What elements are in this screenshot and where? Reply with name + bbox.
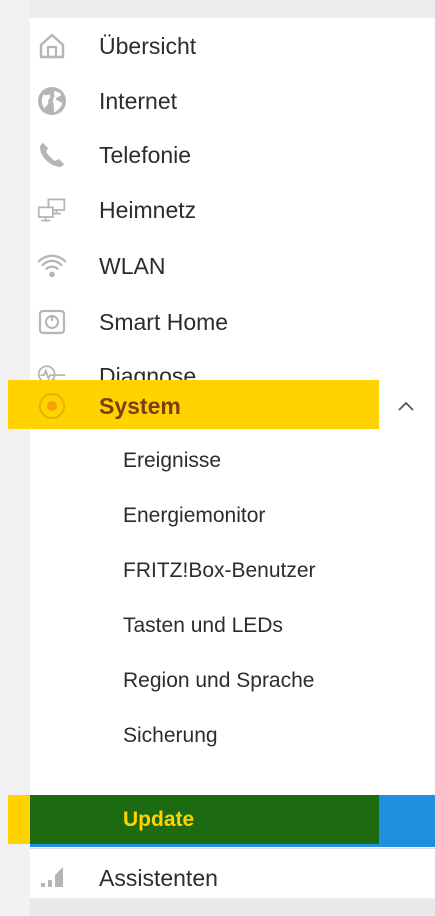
subnav-item-ereignisse[interactable]: Ereignisse: [30, 439, 435, 483]
top-bar: [30, 0, 435, 18]
wifi-icon: [37, 251, 67, 281]
subnav-label-tasten-und-leds: Tasten und LEDs: [123, 614, 283, 637]
subnav-label-update: Update: [123, 808, 195, 831]
subnav-item-region-und-sprache[interactable]: Region und Sprache: [30, 659, 435, 703]
assistant-icon: [37, 863, 67, 893]
nav-label-heimnetz: Heimnetz: [99, 197, 197, 223]
divider: [30, 848, 435, 849]
update-marker: [8, 795, 30, 844]
nav-item-assistenten[interactable]: Assistenten: [30, 852, 435, 904]
globe-icon: [37, 86, 67, 116]
subnav-label-ereignisse: Ereignisse: [123, 449, 222, 472]
nav-label-system: System: [99, 393, 181, 419]
network-icon: [37, 195, 67, 225]
nav-item-wlan[interactable]: WLAN: [30, 240, 435, 292]
nav-label-internet: Internet: [99, 88, 177, 114]
nav-label-wlan: WLAN: [99, 253, 166, 279]
nav-item-telefonie[interactable]: Telefonie: [30, 129, 435, 181]
system-icon: [37, 391, 67, 421]
nav-item-heimnetz[interactable]: Heimnetz: [30, 184, 435, 236]
subnav-item-sicherung[interactable]: Sicherung: [30, 714, 435, 758]
update-active-highlight: [30, 795, 379, 844]
chevron-up-icon[interactable]: [394, 394, 418, 418]
nav-label-uebersicht: Übersicht: [99, 33, 197, 59]
nav-item-uebersicht[interactable]: Übersicht: [30, 20, 435, 72]
bottom-bar: [30, 898, 435, 916]
nav-label-assistenten: Assistenten: [99, 865, 218, 891]
nav-item-internet[interactable]: Internet: [30, 75, 435, 127]
nav-item-system[interactable]: System: [30, 380, 435, 432]
smart-home-icon: [37, 307, 67, 337]
subnav-item-energiemonitor[interactable]: Energiemonitor: [30, 494, 435, 538]
subnav-label-energiemonitor: Energiemonitor: [123, 504, 266, 527]
subnav-label-fritzbox-benutzer: FRITZ!Box-Benutzer: [123, 559, 316, 582]
subnav-item-tasten-und-leds[interactable]: Tasten und LEDs: [30, 604, 435, 648]
home-icon: [37, 31, 67, 61]
subnav-item-update[interactable]: Update: [0, 795, 435, 847]
nav-label-telefonie: Telefonie: [99, 142, 192, 168]
phone-icon: [37, 140, 67, 170]
nav-label-smart-home: Smart Home: [99, 309, 229, 335]
subnav-label-region-und-sprache: Region und Sprache: [123, 669, 315, 692]
subnav-label-sicherung: Sicherung: [123, 724, 218, 747]
nav-item-smart-home[interactable]: Smart Home: [30, 296, 435, 348]
subnav-item-fritzbox-benutzer[interactable]: FRITZ!Box-Benutzer: [30, 549, 435, 593]
